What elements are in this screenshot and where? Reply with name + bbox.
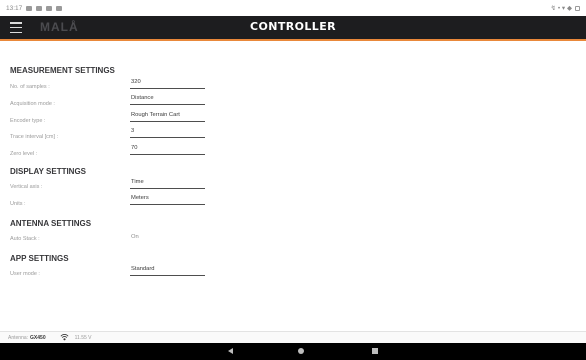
encoder-type-field[interactable]: Rough Terrain Cart [130,112,205,122]
antenna-label: Antenna: [8,334,29,341]
recents-square-icon[interactable] [372,348,378,354]
page-title: CONTROLLER [250,20,336,33]
trace-interval-field[interactable]: 3 [130,128,205,138]
no-of-samples-label: No. of samples : [10,84,50,90]
acquisition-mode-field[interactable]: Distance [130,95,205,105]
measurement-settings-title: MEASUREMENT SETTINGS [10,66,115,75]
battery-voltage: 11.55 V [74,334,92,341]
system-navigation-bar [0,343,586,360]
image-notification-icon [26,5,33,11]
person-notification-icon [56,5,63,11]
trace-interval-label: Trace interval [cm] : [10,134,59,140]
auto-stack-label: Auto Stack : [10,236,40,242]
status-time: 13:17 [6,4,23,12]
no-of-samples-field[interactable]: 320 [130,79,205,89]
status-icons-text: ↯ • ▾ ◆ [550,5,572,12]
status-right-group: ↯ • ▾ ◆ [551,4,580,12]
p-notification-icon [46,5,53,11]
home-circle-icon[interactable] [298,348,304,354]
signal-icon [60,334,69,341]
notification-icon [36,5,43,11]
vertical-axis-field[interactable]: Time [130,179,205,189]
auto-stack-value: On [131,234,139,240]
antenna-value: GX450 [30,334,46,341]
app-settings-title: APP SETTINGS [10,254,69,263]
acquisition-mode-label: Acquisition mode : [10,101,55,107]
settings-content: MEASUREMENT SETTINGS No. of samples : 32… [0,41,586,331]
units-label: Units : [10,201,26,207]
vertical-axis-label: Vertical axis : [10,184,43,190]
user-mode-label: User mode : [10,271,40,277]
zero-level-field[interactable]: 70 [130,145,205,155]
units-field[interactable]: Meters [130,195,205,205]
display-settings-title: DISPLAY SETTINGS [10,167,87,176]
back-triangle-icon[interactable] [228,348,233,354]
battery-icon [575,5,580,11]
device-info-bar: Antenna: GX450 11.55 V [0,331,586,343]
zero-level-label: Zero level : [10,151,38,157]
encoder-type-label: Encoder type : [10,118,46,124]
status-left-group: 13:17 [6,4,63,12]
antenna-settings-title: ANTENNA SETTINGS [10,219,92,228]
system-status-bar: 13:17 ↯ • ▾ ◆ [0,0,586,16]
user-mode-field[interactable]: Standard [130,266,205,276]
app-bar: MALÅ CONTROLLER [0,16,586,39]
